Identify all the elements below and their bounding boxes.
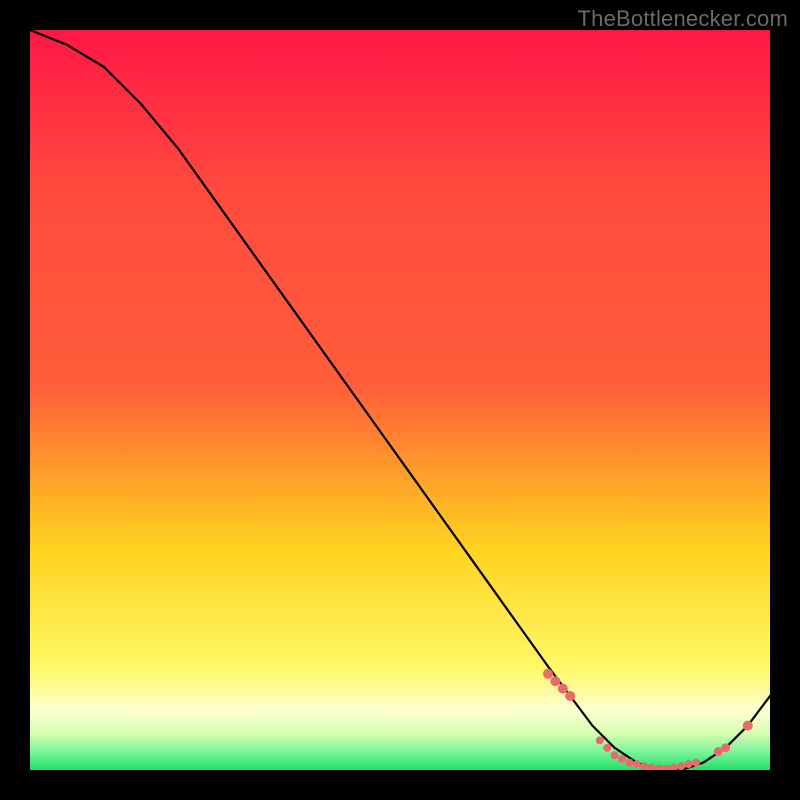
highlight-dot bbox=[633, 760, 641, 768]
highlight-dot bbox=[543, 669, 553, 679]
highlight-dot bbox=[685, 760, 693, 768]
chart-frame: TheBottlenecker.com bbox=[0, 0, 800, 800]
highlight-dot bbox=[677, 762, 685, 770]
highlight-dot bbox=[550, 676, 560, 686]
highlight-dot bbox=[603, 744, 611, 752]
highlight-dot bbox=[565, 691, 575, 701]
bottleneck-chart bbox=[30, 30, 770, 770]
highlight-dot bbox=[640, 762, 648, 770]
highlight-dot bbox=[743, 721, 753, 731]
highlight-dot bbox=[611, 751, 619, 759]
highlight-dot bbox=[558, 684, 568, 694]
watermark-text: TheBottlenecker.com bbox=[578, 6, 788, 32]
highlight-dot bbox=[625, 759, 633, 767]
highlight-dot bbox=[618, 755, 626, 763]
highlight-dot bbox=[596, 736, 604, 744]
highlight-dot bbox=[721, 743, 730, 752]
gradient-background bbox=[30, 30, 770, 770]
highlight-dot bbox=[692, 759, 700, 767]
